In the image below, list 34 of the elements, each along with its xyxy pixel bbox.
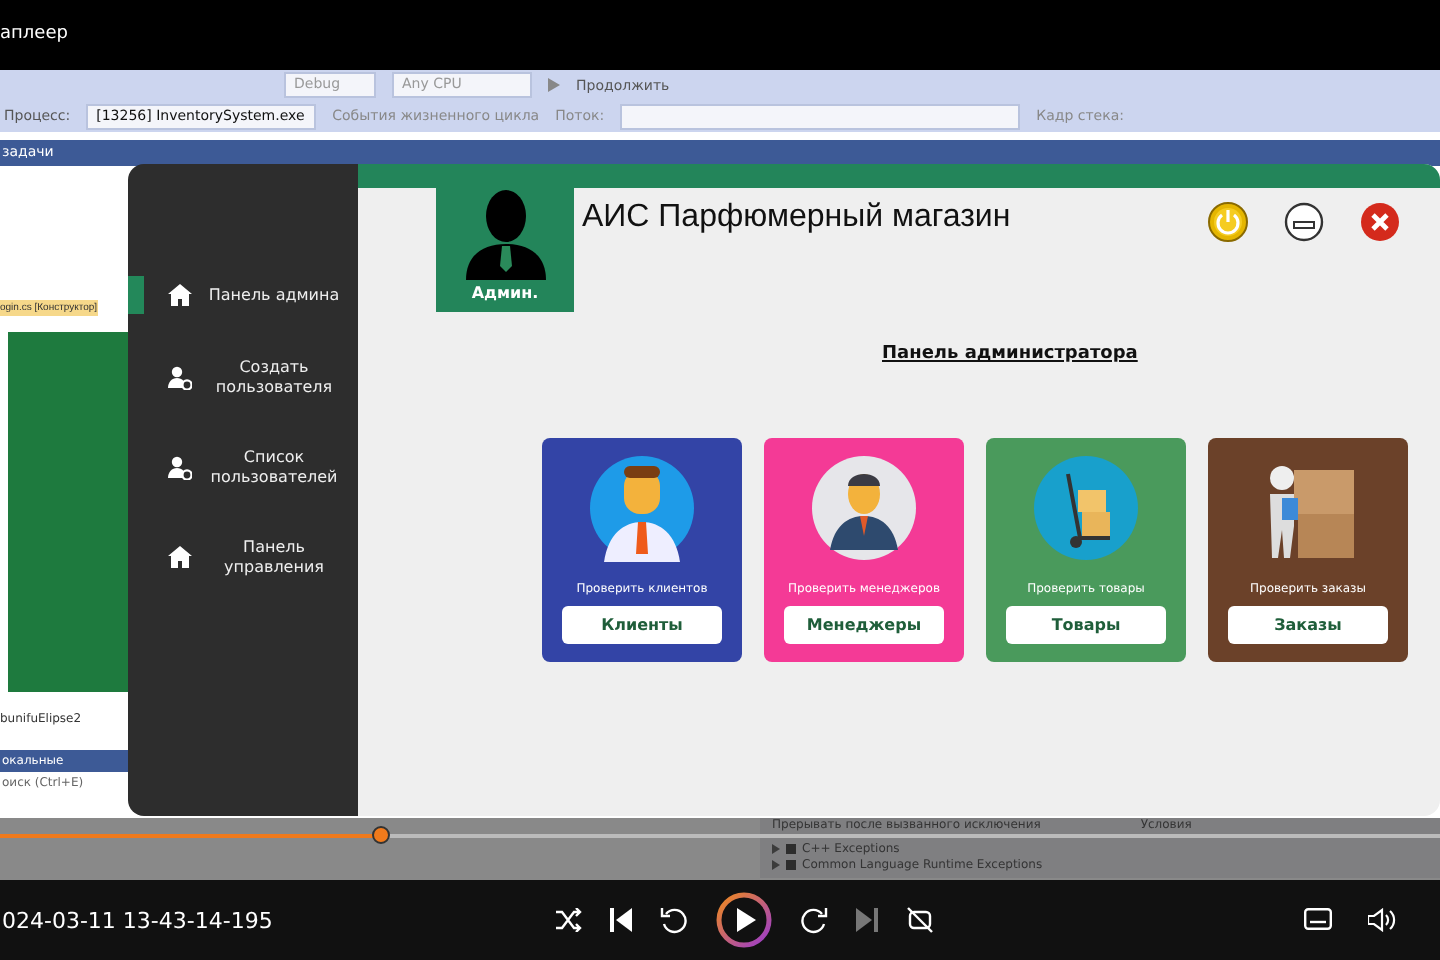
player-title: аплеер (0, 24, 68, 44)
previous-icon[interactable] (610, 908, 632, 932)
user-add-icon (168, 455, 192, 480)
card-button[interactable]: Товары (1006, 606, 1166, 644)
close-icon[interactable] (1360, 202, 1400, 242)
checkbox-icon[interactable] (786, 843, 796, 853)
admin-avatar: Админ. (436, 184, 574, 312)
volume-icon[interactable] (1368, 908, 1396, 932)
rewind-icon[interactable] (660, 906, 688, 934)
subtitles-icon[interactable] (1304, 908, 1332, 930)
app-title: АИС Парфюмерный магазин (582, 200, 1011, 236)
card-button[interactable]: Менеджеры (784, 606, 944, 644)
minimize-icon[interactable] (1284, 202, 1324, 242)
repeat-off-icon[interactable] (906, 906, 934, 934)
sidebar-item[interactable]: Создать пользователя (128, 350, 358, 405)
sidebar-item[interactable]: Список пользователей (128, 440, 358, 495)
checkbox-icon[interactable] (786, 859, 796, 869)
next-icon[interactable] (856, 908, 878, 932)
card-button[interactable]: Заказы (1228, 606, 1388, 644)
play-icon[interactable] (716, 892, 772, 948)
person-silhouette-icon (461, 188, 549, 280)
panel-heading: Панель администратора (882, 344, 1138, 364)
card-button[interactable]: Клиенты (562, 606, 722, 644)
home-icon (168, 546, 192, 569)
fast-forward-icon[interactable] (800, 906, 828, 934)
man-in-suit-drawing (810, 454, 918, 562)
home-icon (168, 284, 192, 306)
sidebar-item[interactable]: Панель управления (128, 530, 358, 586)
hand-truck-boxes-drawing (1032, 454, 1140, 562)
man-with-tie-drawing (588, 454, 696, 562)
power-icon[interactable] (1208, 202, 1248, 242)
user-add-icon (168, 365, 192, 390)
video-title: 024-03-11 13-43-14-195 (2, 907, 275, 933)
shuffle-icon[interactable] (554, 908, 582, 932)
